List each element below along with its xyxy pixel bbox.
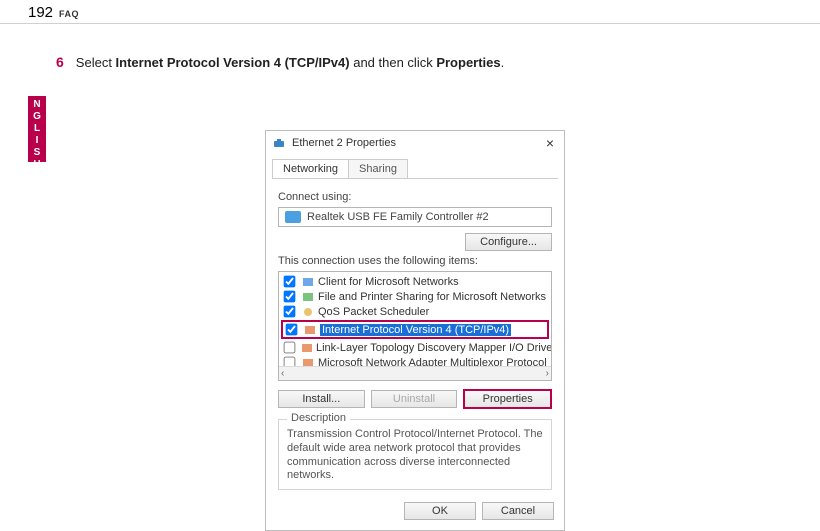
ethernet-icon [272, 136, 286, 150]
instruction-step: 6 Select Internet Protocol Version 4 (TC… [56, 54, 820, 70]
list-item[interactable]: Client for Microsoft Networks [281, 274, 549, 289]
instruction-bold-2: Properties [436, 55, 500, 70]
connect-using-label: Connect using: [278, 191, 552, 203]
description-group: Description Transmission Control Protoco… [278, 419, 552, 490]
highlight-callout: Internet Protocol Version 4 (TCP/IPv4) [281, 320, 549, 339]
uninstall-button: Uninstall [371, 390, 458, 408]
driver-icon [302, 342, 312, 354]
protocol-icon [304, 324, 316, 336]
instruction-text: Select Internet Protocol Version 4 (TCP/… [76, 55, 504, 70]
page-number: 192 [28, 4, 53, 21]
scrollbar-horizontal[interactable]: ‹ › [279, 366, 551, 380]
dialog-title: Ethernet 2 Properties [292, 137, 542, 149]
item-label: Client for Microsoft Networks [318, 276, 459, 288]
tab-networking[interactable]: Networking [272, 159, 349, 178]
scroll-left-icon[interactable]: ‹ [281, 368, 284, 379]
titlebar: Ethernet 2 Properties × [266, 131, 564, 155]
instruction-suffix: . [501, 55, 505, 70]
adapter-name: Realtek USB FE Family Controller #2 [307, 211, 489, 223]
item-checkbox[interactable] [284, 276, 296, 288]
item-checkbox[interactable] [284, 342, 296, 354]
item-label: File and Printer Sharing for Microsoft N… [318, 291, 546, 303]
item-checkbox[interactable] [286, 324, 298, 336]
tabs-row: Networking Sharing [266, 159, 564, 178]
configure-button[interactable]: Configure... [465, 233, 552, 251]
scroll-right-icon[interactable]: › [546, 368, 549, 379]
items-listbox[interactable]: Client for Microsoft Networks File and P… [278, 271, 552, 381]
share-icon [302, 291, 314, 303]
adapter-field[interactable]: Realtek USB FE Family Controller #2 [278, 207, 552, 227]
page-header: 192 FAQ [0, 0, 820, 24]
properties-dialog: Ethernet 2 Properties × Networking Shari… [265, 130, 565, 531]
cancel-button[interactable]: Cancel [482, 502, 554, 520]
item-checkbox[interactable] [284, 291, 296, 303]
instruction-bold-1: Internet Protocol Version 4 (TCP/IPv4) [116, 55, 350, 70]
adapter-icon [285, 211, 301, 223]
client-icon [302, 276, 314, 288]
description-label: Description [287, 412, 350, 424]
list-item[interactable]: Link-Layer Topology Discovery Mapper I/O… [281, 340, 549, 355]
description-text: Transmission Control Protocol/Internet P… [287, 428, 543, 483]
properties-button[interactable]: Properties [463, 389, 552, 409]
tab-sharing[interactable]: Sharing [348, 159, 408, 178]
install-button[interactable]: Install... [278, 390, 365, 408]
item-checkbox[interactable] [284, 306, 296, 318]
item-label: QoS Packet Scheduler [318, 306, 429, 318]
instruction-prefix: Select [76, 55, 116, 70]
list-item[interactable]: Internet Protocol Version 4 (TCP/IPv4) [283, 322, 547, 337]
list-item[interactable]: File and Printer Sharing for Microsoft N… [281, 289, 549, 304]
connection-uses-label: This connection uses the following items… [278, 255, 552, 267]
page-section-label: FAQ [59, 9, 79, 19]
item-label: Link-Layer Topology Discovery Mapper I/O… [316, 342, 552, 354]
instruction-mid: and then click [350, 55, 437, 70]
step-number: 6 [56, 54, 64, 70]
ok-button[interactable]: OK [404, 502, 476, 520]
language-tab: ENGLISH [28, 96, 46, 162]
item-label: Internet Protocol Version 4 (TCP/IPv4) [320, 324, 511, 336]
scheduler-icon [302, 306, 314, 318]
close-button[interactable]: × [542, 135, 558, 151]
list-item[interactable]: QoS Packet Scheduler [281, 304, 549, 319]
